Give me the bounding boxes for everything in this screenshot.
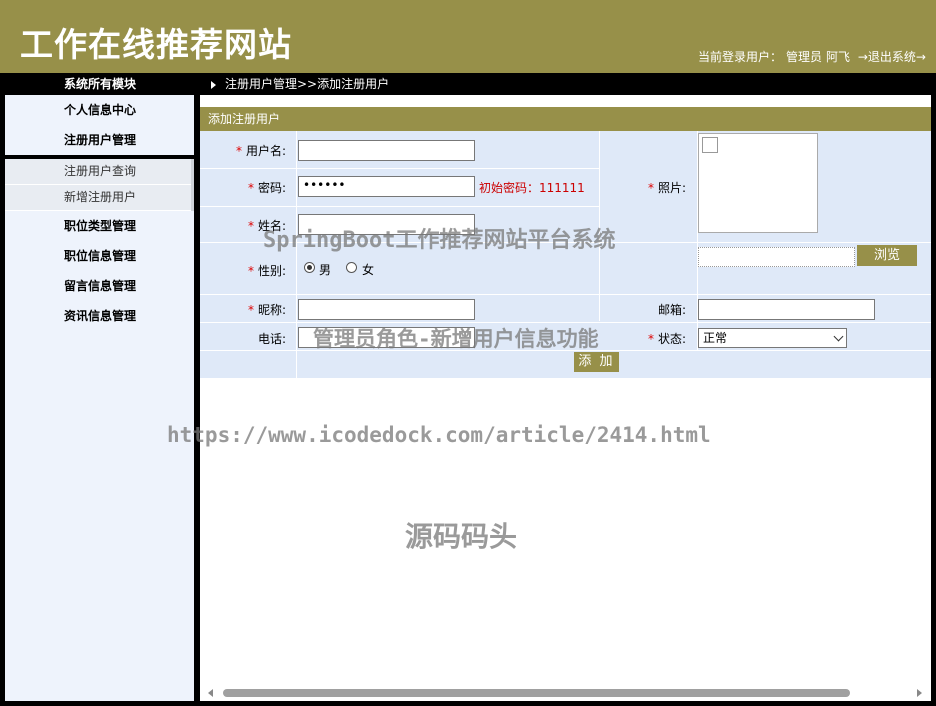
chevron-down-icon xyxy=(833,331,844,342)
grid-line xyxy=(200,206,599,207)
scroll-thumb[interactable] xyxy=(223,689,850,697)
gender-female-label: 女 xyxy=(362,263,375,277)
email-label: 邮箱: xyxy=(657,303,686,317)
broken-image-icon xyxy=(702,137,718,153)
sidebar-item-job-info[interactable]: 职位信息管理 xyxy=(5,241,194,271)
gender-label: * 性别: xyxy=(247,264,286,278)
logout-link[interactable]: →退出系统→ xyxy=(858,50,926,64)
photo-label: * 照片: xyxy=(647,181,686,195)
sidebar-item-user-management[interactable]: 注册用户管理 xyxy=(5,125,194,155)
grid-line xyxy=(200,168,599,169)
modules-title: 系统所有模块 xyxy=(63,77,136,91)
scroll-right-icon[interactable] xyxy=(917,689,922,697)
watermark-brand: 源码码头 xyxy=(405,520,518,553)
phone-label: 电话: xyxy=(257,332,286,346)
horizontal-scrollbar[interactable] xyxy=(200,685,931,701)
sidebar-item-personal-center[interactable]: 个人信息中心 xyxy=(5,95,194,125)
username-input[interactable] xyxy=(298,140,475,161)
sidebar-item-messages[interactable]: 留言信息管理 xyxy=(5,271,194,301)
sidebar-subitem-add-user[interactable]: 新增注册用户 xyxy=(5,185,191,211)
photo-file-input[interactable] xyxy=(698,247,855,267)
sidebar-item-news[interactable]: 资讯信息管理 xyxy=(5,301,194,331)
site-title: 工作在线推荐网站 xyxy=(20,25,292,64)
current-user-label: 当前登录用户： xyxy=(698,50,783,64)
photo-preview xyxy=(698,133,818,233)
grid-line xyxy=(200,294,931,295)
status-label: * 状态: xyxy=(647,332,686,346)
sidebar-item-job-type[interactable]: 职位类型管理 xyxy=(5,211,194,241)
user-role: 管理员 xyxy=(786,50,823,64)
gender-male-radio[interactable] xyxy=(304,262,315,273)
nickname-input[interactable] xyxy=(298,299,475,320)
add-button[interactable]: 添 加 xyxy=(574,352,619,372)
gender-female-radio[interactable] xyxy=(346,262,357,273)
user-name: 阿飞 xyxy=(826,50,851,64)
username-label: * 用户名: xyxy=(235,144,286,158)
watermark-url: https://www.icodedock.com/article/2414.h… xyxy=(167,423,711,447)
watermark-feature: 管理员角色-新增用户信息功能 xyxy=(313,327,599,351)
status-selected-value: 正常 xyxy=(703,331,728,345)
top-bar: 系统所有模块 注册用户管理>>添加注册用户 xyxy=(0,73,936,95)
breadcrumb: 注册用户管理>>添加注册用户 xyxy=(211,73,389,95)
breadcrumb-text: 注册用户管理>>添加注册用户 xyxy=(225,77,390,91)
status-select[interactable]: 正常 xyxy=(698,328,847,348)
sidebar: 个人信息中心 注册用户管理 注册用户查询 新增注册用户 职位类型管理 职位信息管… xyxy=(5,95,194,701)
browse-button[interactable]: 浏览 xyxy=(857,245,917,266)
password-hint: 初始密码：111111 xyxy=(479,181,585,195)
email-input[interactable] xyxy=(698,299,875,320)
watermark-system-name: SpringBoot工作推荐网站平台系统 xyxy=(263,228,616,253)
main-content: 添加注册用户 * 用户名: * 密码: •••••• 初始密码：111111 * 姓名… xyxy=(200,95,931,701)
password-input[interactable]: •••••• xyxy=(298,176,475,197)
user-info: 当前登录用户： 管理员 阿飞 →退出系统→ xyxy=(694,48,926,65)
gender-male-label: 男 xyxy=(319,263,332,277)
nickname-label: * 昵称: xyxy=(247,303,286,317)
arrow-right-icon xyxy=(211,80,216,89)
section-title: 添加注册用户 xyxy=(200,107,931,131)
site-header: 工作在线推荐网站 当前登录用户： 管理员 阿飞 →退出系统→ xyxy=(0,0,936,73)
password-label: * 密码: xyxy=(247,181,286,195)
sidebar-submenu: 注册用户查询 新增注册用户 xyxy=(5,159,194,211)
sidebar-subitem-user-query[interactable]: 注册用户查询 xyxy=(5,159,191,185)
scroll-left-icon[interactable] xyxy=(208,689,213,697)
